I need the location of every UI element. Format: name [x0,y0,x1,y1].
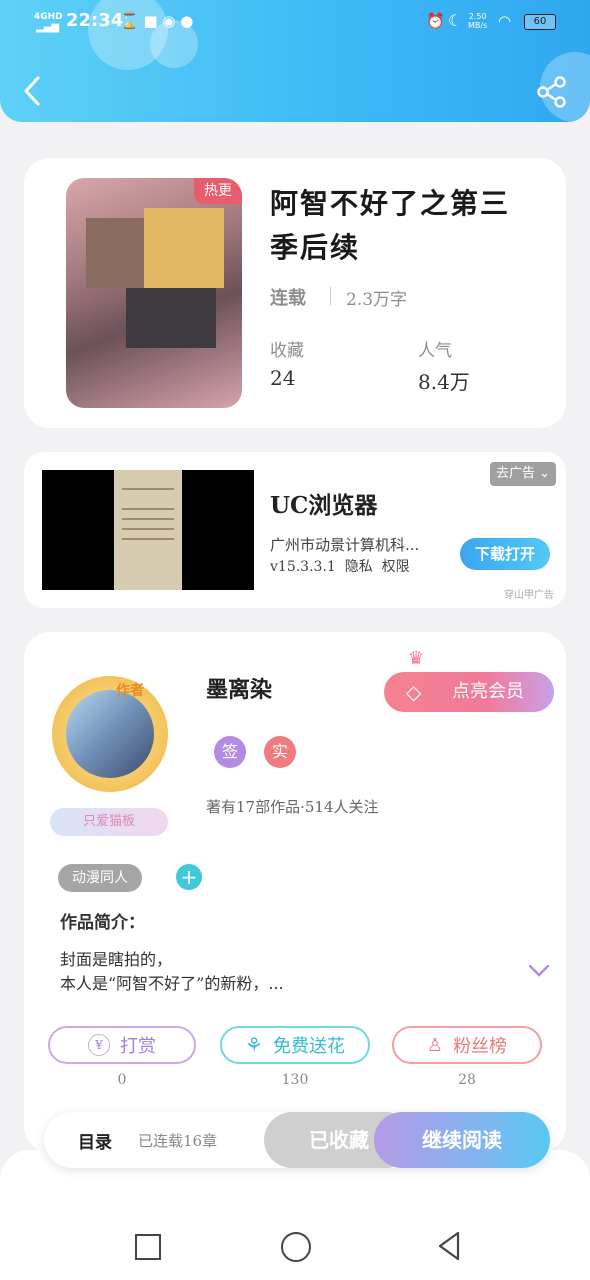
system-back-icon[interactable] [436,1230,462,1262]
flower-icon: ⚘ [245,1033,263,1057]
net-speed: 2.50 MB/s [468,12,488,30]
back-arrow-icon[interactable] [20,74,44,108]
cover-figure [126,288,216,348]
category-tag[interactable]: 动漫同人 [58,864,142,892]
ad-download-button[interactable]: 下载打开 [460,538,550,570]
ad-thumbnail-paper [114,470,182,590]
favorites-label: 收藏 [270,341,304,361]
network-indicator: 4GHD [34,12,63,22]
reward-count: 0 [117,1072,127,1088]
catalog-info: 已连载16章 [138,1132,218,1150]
ad-permissions-link[interactable]: 权限 [382,559,410,575]
status-bar: 4GHD ▂▄▆ 22:34 ⌛ ■ ◉ ● ⏰ ☾ 2.50 MB/s ◠ 60 [0,8,590,36]
signed-author-tag: 签 [214,736,246,768]
ad-company: 广州市动景计算机科... [270,536,420,554]
vip-button-label: 点亮会员 [452,681,524,702]
home-icon[interactable] [281,1232,311,1262]
wifi-icon: ◠ [498,12,512,30]
ad-meta: v15.3.3.1 隐私 权限 [270,556,410,576]
favorites-value: 24 [270,366,296,390]
word-count: 2.3万字 [346,290,408,310]
ad-privacy-link[interactable]: 隐私 [345,559,373,575]
intro-line-1: 封面是瞎拍的， [60,950,173,969]
verified-author-tag: 实 [264,736,296,768]
book-cover[interactable]: 热更 [66,178,242,408]
author-stats: 著有17部作品·514人关注 [206,798,379,816]
expand-chevron-icon[interactable] [528,964,550,978]
ad-version: v15.3.3.1 [270,559,336,575]
author-card: 作者 只爱猫板 墨离染 ♛ ◇ 点亮会员 签 实 著有17部作品·514人关注 … [24,632,566,1152]
user-icon: ♙ [426,1034,444,1056]
reward-button[interactable]: ¥ 打赏 [48,1026,196,1064]
alarm-icon: ⏰ [426,12,445,30]
vip-button[interactable]: ◇ 点亮会员 [384,672,554,712]
author-avatar[interactable] [52,676,168,792]
chevron-down-icon: ⌄ [539,466,551,481]
divider [330,287,331,305]
fans-rank-label: 粉丝榜 [453,1036,508,1057]
ad-app-name: UC浏览器 [270,492,378,519]
free-flower-label: 免费送花 [272,1036,345,1057]
intro-line-2: 本人是“阿智不好了”的新粉，... [60,974,284,993]
popularity-label: 人气 [418,341,452,361]
ad-thumbnail[interactable] [42,470,254,590]
continue-reading-button[interactable]: 继续阅读 [374,1112,550,1168]
signal-icon: ▂▄▆ [36,22,60,33]
recent-apps-icon[interactable] [135,1234,161,1260]
fans-count: 28 [458,1072,476,1088]
avatar-image [66,690,154,778]
ad-source-label: 穿山甲广告 [504,590,554,601]
hot-update-badge: 热更 [194,178,242,204]
flower-count: 130 [281,1072,309,1088]
nickname-ribbon: 只爱猫板 [50,808,168,836]
intro-label: 作品简介： [60,913,145,933]
cover-figure [144,208,224,288]
reward-label: 打赏 [120,1036,156,1057]
add-tag-icon[interactable]: + [176,864,202,890]
ad-card[interactable]: 去广告 ⌄ UC浏览器 广州市动景计算机科... v15.3.3.1 隐私 权限… [24,452,566,608]
battery-indicator: 60 [524,14,556,30]
header-bar: 4GHD ▂▄▆ 22:34 ⌛ ■ ◉ ● ⏰ ☾ 2.50 MB/s ◠ 60 [0,0,590,122]
diamond-icon: ◇ [406,680,422,704]
notification-icons: ⌛ ■ ◉ ● [120,12,194,30]
author-badge: 作者 [116,683,144,699]
share-icon[interactable] [536,76,568,108]
crown-icon: ♛ [408,648,425,669]
catalog-button[interactable]: 目录 [78,1128,112,1153]
book-title: 阿智不好了之第三季后续 [270,187,511,264]
remove-ad-button[interactable]: 去广告 ⌄ [490,462,556,486]
system-nav-bar [0,1150,590,1280]
serial-status: 连载 [270,288,306,309]
moon-icon: ☾ [448,11,463,30]
book-info-card: 热更 阿智不好了之第三季后续 连载 2.3万字 收藏 24 人气 8.4万 [24,158,566,428]
popularity-value: 8.4万 [418,370,470,394]
coin-icon: ¥ [88,1034,110,1056]
reading-action-bar: 目录 已连载16章 已收藏 继续阅读 [44,1112,550,1168]
fans-rank-button[interactable]: ♙ 粉丝榜 [392,1026,542,1064]
remove-ad-label: 去广告 [495,466,535,481]
author-name[interactable]: 墨离染 [206,672,272,704]
clock: 22:34 [66,10,124,31]
free-flower-button[interactable]: ⚘ 免费送花 [220,1026,370,1064]
